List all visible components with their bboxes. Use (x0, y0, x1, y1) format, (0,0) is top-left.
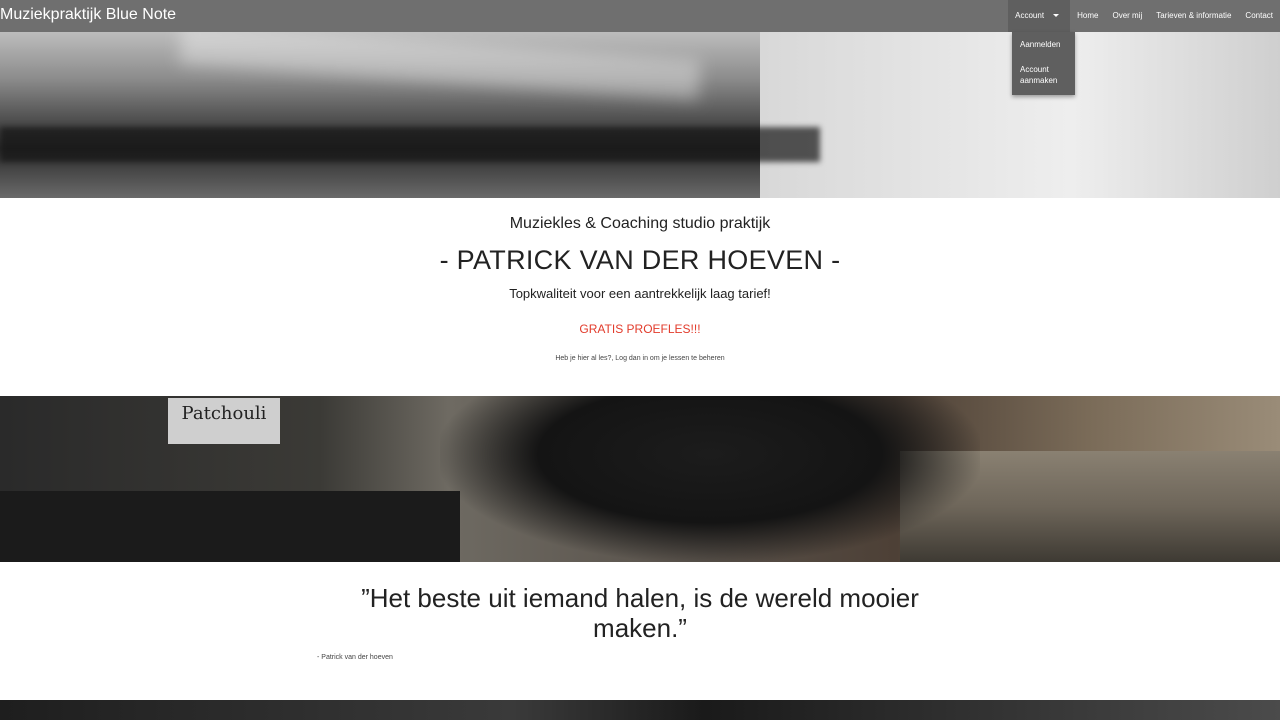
quote-text: ”Het beste uit iemand halen, is de werel… (361, 583, 919, 643)
hero-title: - PATRICK VAN DER HOEVEN - (439, 245, 841, 275)
main-nav: Account Home Over mij Tarieven & informa… (1008, 0, 1280, 32)
nav-account-dropdown[interactable]: Account (1008, 0, 1071, 32)
wall-sign: Patchouli (168, 398, 280, 444)
nav-pricing[interactable]: Tarieven & informatie (1149, 0, 1238, 32)
nav-account-label: Account (1015, 11, 1045, 20)
login-note: Heb je hier al les?, Log dan in om je le… (555, 355, 725, 362)
top-navbar: Muziekpraktijk Blue Note Account Home Ov… (0, 0, 1280, 32)
nav-home[interactable]: Home (1070, 0, 1105, 32)
free-trial-promo: GRATIS PROEFLES!!! (579, 322, 701, 336)
nav-about[interactable]: Over mij (1105, 0, 1149, 32)
dropdown-login[interactable]: Aanmelden (1012, 39, 1068, 50)
caret-down-icon (1053, 14, 1060, 17)
bottom-photo-banner (0, 700, 1280, 720)
brand-link[interactable]: Muziekpraktijk Blue Note (0, 6, 176, 24)
nav-contact[interactable]: Contact (1238, 0, 1280, 32)
quote-author: - Patrick van der hoeven (317, 654, 393, 661)
hero-tagline: Topkwaliteit voor een aantrekkelijk laag… (509, 286, 771, 301)
hero-subtitle: Muziekles & Coaching studio praktijk (509, 215, 771, 232)
dropdown-create-account[interactable]: Account aanmaken (1012, 64, 1075, 86)
account-dropdown-menu: Aanmelden Account aanmaken (1012, 32, 1075, 95)
hero-banner-image (0, 32, 1280, 198)
studio-photo-banner: Patchouli (0, 396, 1280, 562)
